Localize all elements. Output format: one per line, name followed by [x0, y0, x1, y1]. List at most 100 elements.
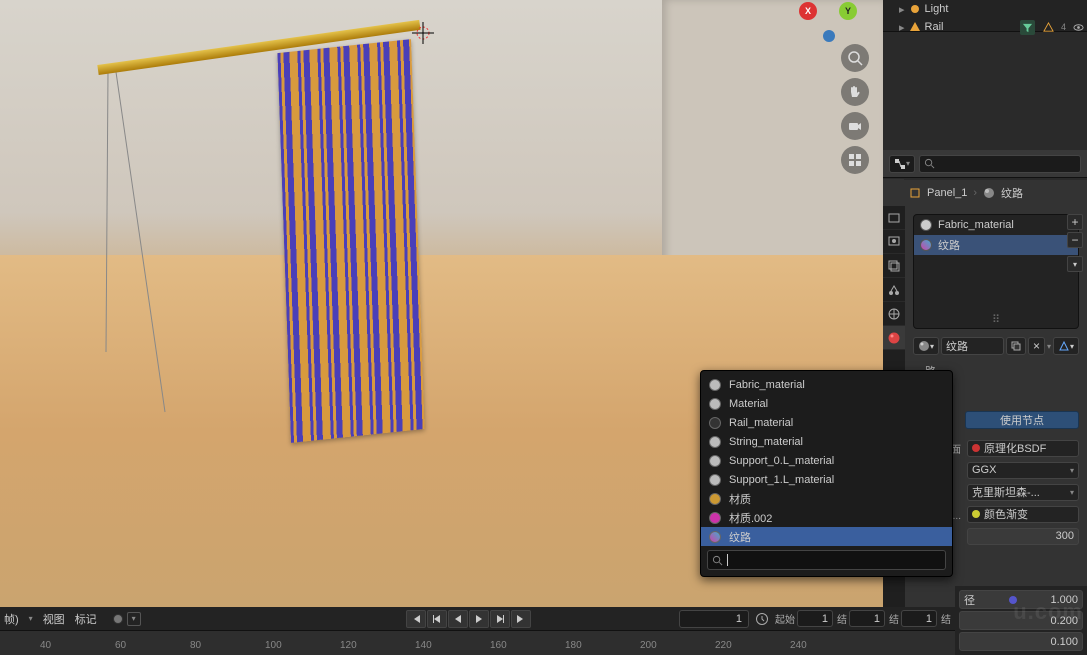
menu-view[interactable]: 视图 — [43, 611, 65, 627]
expand-icon[interactable]: ⠿ — [992, 313, 1000, 326]
keying-dropdown-icon[interactable]: ▾ — [127, 612, 141, 626]
end-label: 结 — [889, 611, 899, 626]
end-frame-field[interactable]: 1 — [849, 610, 885, 627]
visibility-icon[interactable] — [1071, 20, 1086, 35]
value-slider[interactable]: 300 — [967, 528, 1079, 545]
menu-mark[interactable]: 标记 — [75, 611, 97, 627]
basecolor-input[interactable]: 颜色渐变 — [967, 506, 1079, 523]
grid-icon[interactable] — [841, 146, 869, 174]
mat-swatch-icon — [709, 512, 721, 524]
tab-render[interactable] — [883, 206, 905, 230]
tick-label: 140 — [415, 640, 432, 651]
mesh-data-icon[interactable] — [1041, 20, 1056, 35]
search-input[interactable] — [919, 155, 1081, 173]
tab-scene[interactable] — [883, 278, 905, 302]
node-editor-header: ▾ — [883, 150, 1087, 178]
menu-frame[interactable]: 帧) — [4, 611, 19, 627]
material-name-field[interactable]: 纹路 — [941, 337, 1004, 355]
material-dropdown[interactable]: Fabric_material Material Rail_material S… — [700, 370, 953, 577]
subsurface-select[interactable]: 克里斯坦森-...▾ — [967, 484, 1079, 501]
play-icon[interactable] — [469, 610, 489, 628]
jump-start-icon[interactable] — [406, 610, 426, 628]
button-label: 使用节点 — [1000, 412, 1044, 428]
dropdown-item[interactable]: Support_1.L_material — [701, 470, 952, 489]
tab-viewlayer[interactable] — [883, 254, 905, 278]
field-value: 1 — [926, 613, 932, 625]
flag-mesh[interactable] — [277, 39, 424, 443]
mat-swatch-icon — [709, 398, 721, 410]
new-material-icon[interactable] — [1006, 337, 1026, 355]
unlink-icon[interactable]: × — [1028, 337, 1045, 355]
jump-end-icon[interactable] — [511, 610, 531, 628]
slider-value: 300 — [1056, 530, 1074, 542]
gizmo-y-icon[interactable]: Y — [839, 2, 857, 20]
value-slider[interactable]: 0.100 — [959, 632, 1083, 651]
timeline[interactable]: 帧)▾ 视图 标记 ▾ 1 起始1 结1 结1 结 40 60 80 100 1… — [0, 607, 955, 655]
material-slot[interactable]: Fabric_material — [914, 215, 1078, 235]
material-swatch-icon — [920, 239, 932, 251]
camera-icon[interactable] — [841, 112, 869, 140]
add-slot-button[interactable]: + — [1067, 214, 1083, 230]
material-slot-list[interactable]: Fabric_material 纹路 ⠿ — [913, 214, 1079, 329]
hand-icon[interactable] — [841, 78, 869, 106]
mat-swatch-icon — [709, 531, 721, 543]
dropdown-search-input[interactable] — [707, 550, 946, 570]
prev-key-icon[interactable] — [427, 610, 447, 628]
outliner[interactable]: ▸ Light ▸ Rail 4 — [883, 0, 1087, 32]
dropdown-item[interactable]: String_material — [701, 432, 952, 451]
outliner-row-light[interactable]: ▸ Light — [883, 0, 1087, 18]
breadcrumb-object[interactable]: Panel_1 — [927, 187, 967, 199]
search-icon — [924, 158, 935, 169]
field-value: 1 — [874, 613, 880, 625]
auto-key-icon[interactable] — [113, 614, 123, 624]
gizmo-z-dot[interactable] — [823, 30, 835, 42]
tick-label: 40 — [40, 640, 51, 651]
dropdown-item[interactable]: Material — [701, 394, 952, 413]
start-frame-field[interactable]: 1 — [797, 610, 833, 627]
tick-label: 120 — [340, 640, 357, 651]
dropdown-item[interactable]: 纹路 — [701, 527, 952, 546]
dropdown-item[interactable]: 材质.002 — [701, 508, 952, 527]
tab-output[interactable] — [883, 230, 905, 254]
tab-material[interactable] — [883, 326, 905, 350]
mat-swatch-icon — [709, 417, 721, 429]
item-label: Support_0.L_material — [729, 455, 834, 467]
use-nodes-button[interactable]: 使用节点 — [965, 411, 1079, 429]
mesh-icon — [909, 21, 921, 33]
gizmo-x-icon[interactable]: X — [799, 2, 817, 20]
dropdown-item[interactable]: 材质 — [701, 489, 952, 508]
tick-label: 60 — [115, 640, 126, 651]
tick-label: 220 — [715, 640, 732, 651]
dropdown-item[interactable]: Fabric_material — [701, 375, 952, 394]
editor-type-icon[interactable]: ▾ — [889, 155, 915, 173]
slot-menu-icon[interactable]: ▾ — [1067, 256, 1083, 272]
play-reverse-icon[interactable] — [448, 610, 468, 628]
material-slot[interactable]: 纹路 — [914, 235, 1078, 255]
surface-shader-select[interactable]: 原理化BSDF — [967, 440, 1079, 457]
outliner-row-rail[interactable]: ▸ Rail 4 — [883, 18, 1087, 36]
item-label: Support_1.L_material — [729, 474, 834, 486]
filter-toggle-icon[interactable] — [1020, 20, 1035, 35]
start-label: 起始 — [775, 611, 795, 626]
cursor — [727, 554, 728, 566]
item-label: 材质 — [729, 491, 751, 507]
current-frame-field[interactable]: 1 — [679, 610, 749, 628]
material-browse-icon[interactable]: ▾ — [913, 337, 939, 355]
next-key-icon[interactable] — [490, 610, 510, 628]
mat-swatch-icon — [709, 493, 721, 505]
object-icon — [909, 187, 921, 199]
dropdown-item[interactable]: Support_0.L_material — [701, 451, 952, 470]
node-wrangler-icon[interactable]: ▾ — [1053, 337, 1079, 355]
timeline-ruler[interactable]: 40 60 80 100 120 140 160 180 200 220 240 — [0, 631, 955, 655]
material-icon — [983, 187, 995, 199]
end-frame-field[interactable]: 1 — [901, 610, 937, 627]
watermark: u.com — [1013, 599, 1083, 625]
clock-icon[interactable] — [755, 612, 769, 626]
breadcrumb-material[interactable]: 纹路 — [1001, 185, 1023, 201]
zoom-icon[interactable] — [841, 44, 869, 72]
dropdown-item[interactable]: Rail_material — [701, 413, 952, 432]
distribution-select[interactable]: GGX▾ — [967, 462, 1079, 479]
timeline-header: 帧)▾ 视图 标记 ▾ 1 起始1 结1 结1 结 — [0, 607, 955, 631]
tab-world[interactable] — [883, 302, 905, 326]
remove-slot-button[interactable]: − — [1067, 232, 1083, 248]
